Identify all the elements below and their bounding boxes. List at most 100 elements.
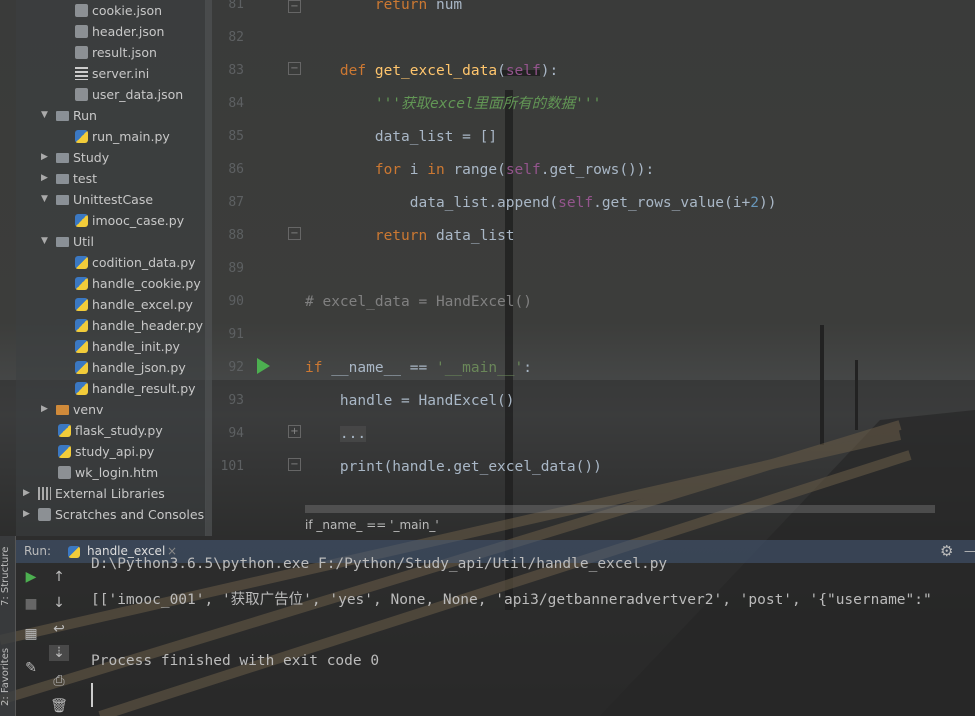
code-line[interactable]: handle = HandExcel(): [305, 391, 515, 411]
line-number: 85: [228, 129, 244, 144]
fold-marker-icon[interactable]: −: [288, 458, 301, 471]
line-number: 91: [228, 327, 244, 342]
console-line: [['imooc_001', '获取广告位', 'yes', None, Non…: [91, 592, 932, 608]
line-number: 94: [228, 426, 244, 441]
tree-item-label: Util: [73, 234, 94, 249]
python-file-icon: [58, 424, 71, 437]
line-number: 92: [228, 360, 244, 375]
code-line[interactable]: if __name__ == '__main__':: [305, 358, 532, 378]
library-icon: [38, 487, 51, 500]
line-number: 83: [228, 63, 244, 78]
line-number: 89: [228, 261, 244, 276]
python-file-icon: [75, 130, 88, 143]
folder-icon: [56, 174, 69, 184]
json-file-icon: [75, 88, 88, 101]
tree-item-label: External Libraries: [55, 486, 165, 501]
favorites-tab[interactable]: 2: Favorites: [0, 631, 16, 706]
code-line[interactable]: return num: [305, 0, 462, 15]
fold-marker-icon[interactable]: −: [288, 227, 301, 240]
python-file-icon: [75, 361, 88, 374]
run-gutter-icon[interactable]: [257, 358, 270, 374]
tree-item-label: wk_login.htm: [75, 465, 159, 480]
run-label: Run:: [24, 544, 52, 558]
tree-item-label: header.json: [92, 24, 165, 39]
stop-icon[interactable]: ■: [21, 596, 41, 612]
collapse-arrow-icon[interactable]: ▼: [41, 231, 48, 252]
code-line[interactable]: ...: [305, 424, 367, 444]
structure-tab[interactable]: 7: Structure: [0, 536, 16, 606]
tree-item-label: result.json: [92, 45, 157, 60]
tree-item-label: cookie.json: [92, 3, 163, 18]
tree-item-label: server.ini: [92, 66, 150, 81]
tree-item-label: flask_study.py: [75, 423, 163, 438]
line-number: 87: [228, 195, 244, 210]
fold-marker-icon[interactable]: −: [288, 0, 301, 13]
code-line[interactable]: data_list.append(self.get_rows_value(i+2…: [305, 193, 777, 213]
ini-file-icon: [75, 67, 88, 80]
rerun-icon[interactable]: ▶: [21, 569, 41, 585]
tree-item-label: handle_init.py: [92, 339, 180, 354]
expand-arrow-icon[interactable]: ▶: [41, 147, 48, 168]
folder-icon: [56, 111, 69, 121]
down-arrow-icon[interactable]: ↓: [49, 595, 69, 611]
code-line[interactable]: def get_excel_data(self):: [305, 61, 558, 81]
code-line[interactable]: data_list = []: [305, 127, 497, 147]
python-file-icon: [75, 298, 88, 311]
expand-arrow-icon[interactable]: ▶: [41, 168, 48, 189]
tree-item-label: test: [73, 171, 98, 186]
fold-marker-icon[interactable]: −: [288, 62, 301, 75]
expand-arrow-icon[interactable]: ▶: [23, 504, 30, 525]
html-file-icon: [58, 466, 71, 479]
gear-icon[interactable]: ⚙: [940, 540, 953, 563]
horizontal-scrollbar[interactable]: [305, 505, 935, 513]
left-tool-strip: 7: Structure 2: Favorites: [0, 536, 16, 716]
tree-item-label: handle_result.py: [92, 381, 196, 396]
code-line[interactable]: # excel_data = HandExcel(): [305, 292, 532, 312]
tree-item-label: Run: [73, 108, 97, 123]
python-file-icon: [75, 340, 88, 353]
line-number: 93: [228, 393, 244, 408]
collapse-arrow-icon[interactable]: ▼: [41, 189, 48, 210]
python-icon: [68, 546, 80, 558]
json-file-icon: [75, 4, 88, 17]
line-number: 81: [228, 0, 244, 12]
line-number: 90: [228, 294, 244, 309]
fold-expand-icon[interactable]: +: [288, 425, 301, 438]
tree-item-label: run_main.py: [92, 129, 170, 144]
console-line: Process finished with exit code 0: [91, 653, 380, 669]
project-tree[interactable]: cookie.json header.json result.json server.…: [16, 0, 206, 536]
code-line[interactable]: '''获取excel里面所有的数据''': [305, 94, 602, 114]
text-cursor: [91, 683, 93, 707]
trash-icon[interactable]: 🗑: [49, 698, 69, 714]
tree-item-label: Study: [73, 150, 110, 165]
code-line[interactable]: return data_list: [305, 226, 515, 246]
tree-item-label: venv: [73, 402, 104, 417]
breadcrumb[interactable]: if _name_ == '_main_': [305, 518, 439, 532]
folder-icon: [56, 195, 69, 205]
print-icon[interactable]: ⎙: [49, 673, 69, 689]
pin-icon[interactable]: ✎: [21, 660, 41, 676]
tree-item-label: UnittestCase: [73, 192, 154, 207]
folder-icon: [56, 237, 69, 247]
expand-arrow-icon[interactable]: ▶: [41, 399, 48, 420]
line-number: 88: [228, 228, 244, 243]
line-number: 84: [228, 96, 244, 111]
scroll-to-end-icon[interactable]: ⇣: [49, 645, 69, 661]
excluded-folder-icon: [56, 405, 69, 415]
expand-arrow-icon[interactable]: ▶: [23, 483, 30, 504]
code-line[interactable]: for i in range(self.get_rows()):: [305, 160, 654, 180]
python-file-icon: [75, 277, 88, 290]
tree-item-label: imooc_case.py: [92, 213, 185, 228]
json-file-icon: [75, 25, 88, 38]
layout-icon[interactable]: ▦: [21, 626, 41, 642]
collapse-arrow-icon[interactable]: ▼: [41, 105, 48, 126]
tree-item-label: codition_data.py: [92, 255, 196, 270]
minimize-icon[interactable]: —: [964, 540, 975, 563]
soft-wrap-icon[interactable]: ↩: [49, 621, 69, 637]
up-arrow-icon[interactable]: ↑: [49, 569, 69, 585]
panel-divider[interactable]: [205, 0, 212, 536]
python-file-icon: [75, 382, 88, 395]
code-line[interactable]: print(handle.get_excel_data()): [305, 457, 602, 477]
tree-item-label: handle_header.py: [92, 318, 204, 333]
folder-icon: [56, 153, 69, 163]
